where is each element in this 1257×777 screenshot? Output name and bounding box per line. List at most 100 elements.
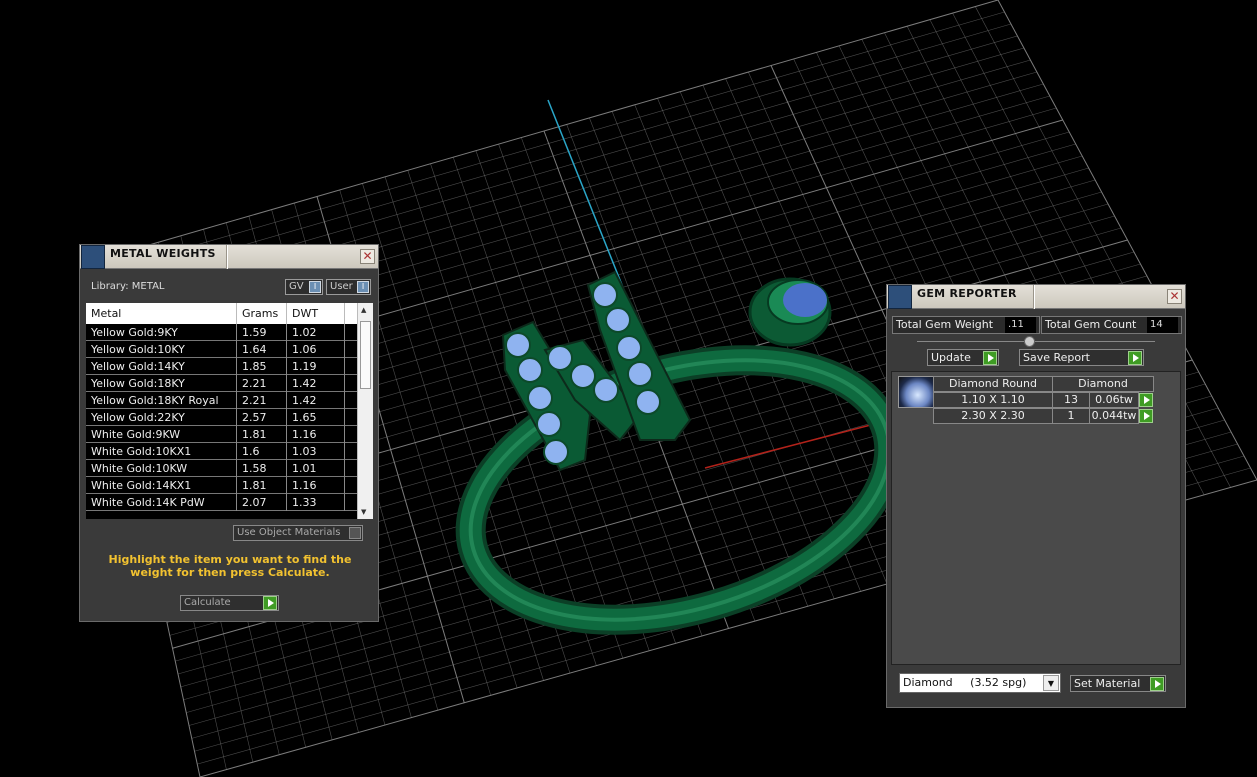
gem-reporter-titlebar[interactable]: GEM REPORTER ✕ [887, 285, 1185, 309]
gem-stone [543, 439, 569, 465]
gem-weight: 0.044tw [1089, 408, 1139, 424]
instruction-text: Highlight the item you want to find the … [108, 553, 352, 579]
col-divider [344, 494, 345, 511]
col-divider [236, 375, 237, 392]
col-divider [286, 426, 287, 443]
close-button[interactable]: ✕ [1167, 289, 1182, 304]
col-divider [236, 409, 237, 426]
set-material-button[interactable]: Set Material [1070, 675, 1166, 692]
cell-metal: White Gold:9KW [91, 428, 181, 441]
close-button[interactable]: ✕ [360, 249, 375, 264]
x-axis-line [704, 419, 891, 469]
play-arrow-icon [1150, 677, 1164, 691]
table-row[interactable]: Yellow Gold:14KY 1.85 1.19 [86, 358, 357, 375]
panel-title: GEM REPORTER [917, 287, 1017, 300]
col-divider [236, 494, 237, 511]
table-row[interactable]: White Gold:14K PdW 2.07 1.33 [86, 494, 357, 511]
material-select-value: Diamond (3.52 spg) [903, 676, 1027, 689]
report-icon [888, 285, 912, 309]
table-row[interactable]: White Gold:10KX1 1.6 1.03 [86, 443, 357, 460]
col-divider [344, 324, 345, 341]
scrollbar[interactable]: ▲ ▼ [357, 303, 373, 519]
metal-weights-titlebar[interactable]: METAL WEIGHTS ✕ [80, 245, 378, 269]
col-divider [344, 426, 345, 443]
title-divider [226, 245, 228, 269]
play-arrow-icon [1128, 351, 1142, 365]
calculate-button[interactable]: Calculate [180, 595, 279, 611]
gem-shape-header: Diamond Round [933, 376, 1053, 392]
save-report-button[interactable]: Save Report [1019, 349, 1144, 366]
cell-grams: 1.59 [242, 326, 267, 339]
use-object-materials-button[interactable]: Use Object Materials [233, 525, 363, 541]
splitter[interactable] [917, 336, 1155, 347]
cell-dwt: 1.06 [292, 343, 317, 356]
cell-grams: 2.07 [242, 496, 267, 509]
metal-table[interactable]: Metal Grams DWT Yellow Gold:9KY 1.59 1.02 Y… [86, 303, 373, 519]
col-metal[interactable]: Metal [91, 307, 121, 320]
cell-dwt: 1.19 [292, 360, 317, 373]
gem-stone [527, 385, 553, 411]
gem-stone [616, 335, 642, 361]
cell-dwt: 1.03 [292, 445, 317, 458]
play-arrow-icon [263, 596, 277, 610]
col-divider [236, 443, 237, 460]
table-row[interactable]: Yellow Gold:18KY 2.21 1.42 [86, 375, 357, 392]
table-row[interactable]: White Gold:10KW 1.58 1.01 [86, 460, 357, 477]
toggle-knob-icon: I [357, 281, 369, 293]
cell-metal: White Gold:14K PdW [91, 496, 205, 509]
table-row[interactable]: White Gold:9KW 1.81 1.16 [86, 426, 357, 443]
play-arrow-icon [983, 351, 997, 365]
table-row[interactable]: Yellow Gold:10KY 1.64 1.06 [86, 341, 357, 358]
diamond-icon[interactable] [898, 376, 934, 408]
cell-metal: Yellow Gold:14KY [91, 360, 185, 373]
cell-metal: Yellow Gold:22KY [91, 411, 185, 424]
user-toggle[interactable]: User I [326, 279, 371, 295]
ring-model [455, 270, 905, 635]
table-row[interactable]: White Gold:14KX1 1.81 1.16 [86, 477, 357, 494]
col-divider [286, 303, 287, 324]
chevron-down-icon[interactable]: ▼ [1043, 675, 1059, 691]
toggle-knob-icon [349, 527, 361, 539]
col-divider [344, 375, 345, 392]
gem-stone [592, 282, 618, 308]
table-row[interactable]: Yellow Gold:9KY 1.59 1.02 [86, 324, 357, 341]
col-divider [344, 341, 345, 358]
update-button[interactable]: Update [927, 349, 999, 366]
library-label: Library: METAL [91, 281, 165, 292]
gv-toggle[interactable]: GV I [285, 279, 323, 295]
col-divider [236, 303, 237, 324]
gem-stone [627, 361, 653, 387]
scroll-up-icon[interactable]: ▲ [361, 306, 366, 314]
col-dwt[interactable]: DWT [292, 307, 318, 320]
cell-dwt: 1.02 [292, 326, 317, 339]
title-divider [1033, 285, 1035, 309]
user-toggle-label: User [330, 281, 353, 292]
pyramid-icon [81, 245, 105, 269]
gem-stone [605, 307, 631, 333]
scroll-down-icon[interactable]: ▼ [361, 508, 366, 516]
total-gem-weight-value: .11 [1005, 317, 1036, 333]
gem-stone [517, 357, 543, 383]
play-arrow-icon[interactable] [1139, 393, 1153, 407]
gem-weight: 0.06tw [1089, 392, 1139, 408]
cell-grams: 2.57 [242, 411, 267, 424]
col-grams[interactable]: Grams [242, 307, 278, 320]
material-select[interactable]: Diamond (3.52 spg) ▼ [899, 673, 1061, 693]
cell-dwt: 1.42 [292, 394, 317, 407]
metal-weights-panel: METAL WEIGHTS ✕ Library: METAL GV I User… [79, 244, 379, 622]
col-divider [344, 443, 345, 460]
table-row[interactable]: Yellow Gold:18KY Royal 2.21 1.42 [86, 392, 357, 409]
cell-grams: 1.6 [242, 445, 260, 458]
splitter-handle-icon[interactable] [1024, 336, 1035, 347]
scroll-thumb[interactable] [360, 321, 371, 389]
cell-grams: 1.85 [242, 360, 267, 373]
save-report-label: Save Report [1023, 351, 1090, 364]
col-divider [344, 392, 345, 409]
table-row[interactable]: Yellow Gold:22KY 2.57 1.65 [86, 409, 357, 426]
play-arrow-icon[interactable] [1139, 409, 1153, 423]
gem-stone [505, 332, 531, 358]
col-divider [344, 477, 345, 494]
col-divider [344, 358, 345, 375]
cell-metal: Yellow Gold:9KY [91, 326, 178, 339]
cell-grams: 1.58 [242, 462, 267, 475]
